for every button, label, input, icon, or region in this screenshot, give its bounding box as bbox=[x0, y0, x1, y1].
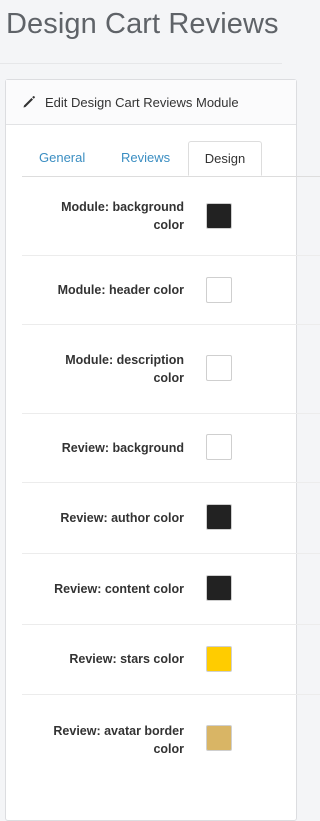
field-row-review-content-color: Review: content color bbox=[22, 554, 320, 625]
field-row-module-description-color: Module: description color bbox=[22, 325, 320, 414]
field-row-module-header-color: Module: header color bbox=[22, 256, 320, 325]
field-row-review-avatar-border-color: Review: avatar border color bbox=[22, 695, 320, 795]
color-swatch-module-background[interactable] bbox=[206, 203, 232, 229]
field-row-review-stars-color: Review: stars color bbox=[22, 625, 320, 695]
page-title: Design Cart Reviews bbox=[6, 8, 279, 40]
tab-bar: General Reviews Design bbox=[22, 141, 320, 177]
field-label: Review: avatar border color bbox=[34, 722, 184, 758]
field-label: Module: description color bbox=[34, 351, 184, 387]
field-label: Module: background color bbox=[34, 198, 184, 234]
field-label-line: Review: avatar border bbox=[53, 724, 184, 738]
field-label-line: Module: description bbox=[65, 353, 184, 367]
module-edit-panel: Edit Design Cart Reviews Module General … bbox=[5, 79, 320, 821]
field-label-line: Review: stars color bbox=[69, 652, 184, 666]
field-row-review-author-color: Review: author color bbox=[22, 483, 320, 554]
field-label: Review: content color bbox=[34, 580, 184, 598]
field-row-review-background: Review: background bbox=[22, 414, 320, 483]
field-label-line: Module: header color bbox=[57, 283, 184, 297]
design-fields: Module: background color Module: header … bbox=[22, 177, 320, 795]
field-label: Review: stars color bbox=[34, 650, 184, 668]
field-label: Module: header color bbox=[34, 281, 184, 299]
panel-heading: Edit Design Cart Reviews Module bbox=[6, 80, 296, 125]
field-label-line: Module: background bbox=[61, 200, 184, 214]
tab-general[interactable]: General bbox=[39, 141, 85, 175]
tab-reviews[interactable]: Reviews bbox=[121, 141, 170, 175]
field-label-line: Review: background bbox=[61, 441, 184, 455]
field-label: Review: author color bbox=[34, 509, 184, 527]
pencil-icon bbox=[22, 95, 36, 109]
field-label-line: color bbox=[153, 371, 184, 385]
color-swatch-review-background[interactable] bbox=[206, 434, 232, 460]
field-label-line: Review: author color bbox=[60, 511, 184, 525]
tab-design[interactable]: Design bbox=[188, 141, 262, 176]
panel-heading-title: Edit Design Cart Reviews Module bbox=[45, 94, 239, 110]
field-label-line: color bbox=[153, 742, 184, 756]
field-row-module-background-color: Module: background color bbox=[22, 177, 320, 256]
color-swatch-review-stars[interactable] bbox=[206, 646, 232, 672]
color-swatch-module-description[interactable] bbox=[206, 355, 232, 381]
field-label-line: Review: content color bbox=[54, 582, 184, 596]
field-label-line: color bbox=[153, 218, 184, 232]
color-swatch-module-header[interactable] bbox=[206, 277, 232, 303]
color-swatch-review-author[interactable] bbox=[206, 504, 232, 530]
field-label: Review: background bbox=[34, 439, 184, 457]
title-divider bbox=[0, 63, 282, 64]
color-swatch-review-content[interactable] bbox=[206, 575, 232, 601]
color-swatch-review-avatar-border[interactable] bbox=[206, 725, 232, 751]
